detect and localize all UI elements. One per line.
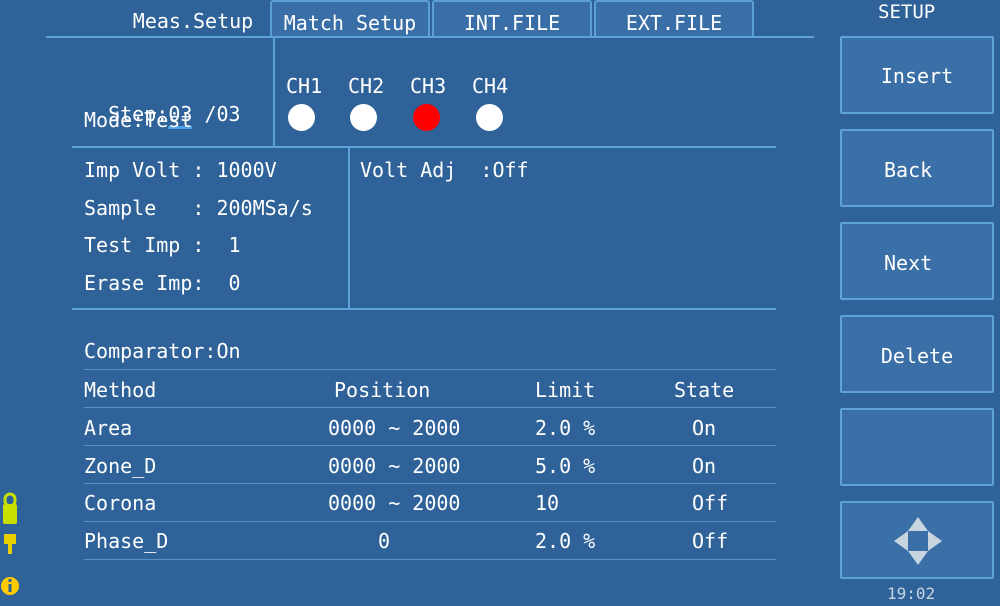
row-method: Zone_D: [84, 454, 157, 478]
params-bottom-divider: [72, 308, 776, 310]
row-limit: 5.0 %: [535, 454, 596, 478]
row-state: Off: [692, 491, 729, 515]
row-state: On: [692, 416, 717, 440]
row-position: 0000 ~ 2000: [328, 416, 461, 440]
test-imp-field[interactable]: Test Imp : 1: [84, 233, 241, 257]
row-position: 0: [378, 529, 391, 553]
table-line-5: [84, 559, 776, 560]
tab-int-file[interactable]: INT.FILE: [432, 0, 592, 36]
row-limit: 10: [535, 491, 560, 515]
volt-adj-field[interactable]: Volt Adj :Off: [360, 158, 529, 182]
table-line-3: [84, 483, 776, 484]
row-limit: 2.0 %: [535, 529, 596, 553]
row-method: Corona: [84, 491, 157, 515]
row-method: Area: [84, 416, 133, 440]
table-line-1: [84, 407, 776, 408]
channel-1-indicator[interactable]: [288, 104, 315, 131]
delete-button[interactable]: Delete: [840, 315, 994, 393]
header-position: Position: [334, 378, 431, 402]
next-button-label: Next: [884, 251, 933, 275]
row-position: 0000 ~ 2000: [328, 491, 461, 515]
insert-button-label: Insert: [880, 64, 954, 88]
sidebar-title: SETUP: [878, 1, 936, 23]
delete-button-label: Delete: [880, 344, 954, 368]
table-line-2: [84, 445, 776, 446]
row-position: 0000 ~ 2000: [328, 454, 461, 478]
lock-status-icon: [3, 492, 17, 524]
row-state: Off: [692, 529, 729, 553]
tab-match-setup[interactable]: Match Setup: [270, 0, 430, 36]
clock: 19:02: [887, 584, 936, 603]
row-method: Phase_D: [84, 529, 169, 553]
channel-2-indicator[interactable]: [350, 104, 377, 131]
navigation-pad[interactable]: [840, 501, 994, 579]
insert-button[interactable]: Insert: [840, 36, 994, 114]
header-state: State: [674, 378, 735, 402]
imp-volt-field[interactable]: Imp Volt : 1000V: [84, 158, 277, 182]
plug-status-icon: [4, 534, 16, 554]
empty-button[interactable]: [840, 408, 994, 486]
comparator-field[interactable]: Comparator:On: [84, 339, 241, 363]
tab-underline: [46, 36, 814, 38]
channel-4-label: CH4: [472, 74, 509, 98]
step-total: /03: [192, 102, 241, 126]
sample-field[interactable]: Sample : 200MSa/s: [84, 196, 313, 220]
params-divider: [348, 148, 350, 308]
table-line-4: [84, 521, 776, 522]
header-limit: Limit: [535, 378, 596, 402]
header-method: Method: [84, 378, 157, 402]
table-line-0: [84, 369, 776, 370]
row-limit: 2.0 %: [535, 416, 596, 440]
next-button[interactable]: Next: [840, 222, 994, 300]
tab-meas-setup[interactable]: Meas.Setup: [118, 0, 268, 36]
back-button-label: Back: [884, 158, 933, 182]
channel-3-indicator[interactable]: [413, 104, 440, 131]
channel-2-label: CH2: [348, 74, 385, 98]
row-state: On: [692, 454, 717, 478]
step-divider: [273, 38, 275, 146]
mode-label: Mode:Test: [84, 108, 193, 132]
header-divider: [72, 146, 776, 148]
erase-imp-field[interactable]: Erase Imp: 0: [84, 271, 241, 295]
channel-4-indicator[interactable]: [476, 104, 503, 131]
direction-arrows-icon: [894, 517, 942, 565]
channel-1-label: CH1: [286, 74, 323, 98]
info-status-icon: [1, 577, 19, 595]
channel-3-label: CH3: [410, 74, 447, 98]
tab-ext-file[interactable]: EXT.FILE: [594, 0, 754, 36]
back-button[interactable]: Back: [840, 129, 994, 207]
